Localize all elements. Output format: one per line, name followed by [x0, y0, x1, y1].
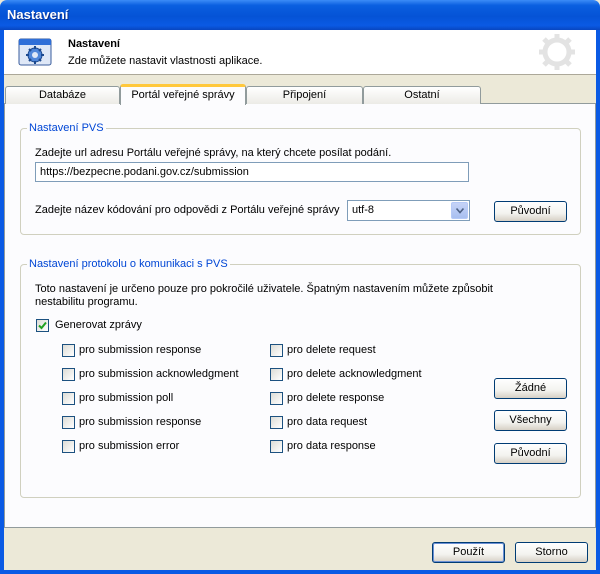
opt-delete-ack-label: pro delete acknowledgment: [287, 368, 422, 380]
warning-line-2: nestabilitu programu.: [35, 296, 138, 308]
opt-delete-response-label: pro delete response: [287, 392, 385, 404]
chevron-down-icon[interactable]: [451, 202, 468, 219]
checkmark-icon: [38, 321, 47, 330]
opt-data-response-label: pro data response: [287, 440, 376, 452]
tab-strip: Databáze Portál veřejné správy Připojení…: [4, 84, 596, 105]
opt-submission-error-checkbox[interactable]: [62, 440, 75, 453]
tab-connection[interactable]: Připojení: [246, 86, 363, 104]
opt-submission-poll-checkbox[interactable]: [62, 392, 75, 405]
tab-database[interactable]: Databáze: [5, 86, 120, 104]
tab-portal[interactable]: Portál veřejné správy: [120, 84, 246, 105]
opt-data-request-label: pro data request: [287, 416, 368, 428]
dialog-header: Nastavení Zde můžete nastavit vlastnosti…: [4, 30, 596, 75]
protocol-settings-legend: Nastavení protokolu o komunikaci s PVS: [27, 258, 230, 270]
apply-button[interactable]: Použít: [432, 542, 505, 563]
opt-data-response-checkbox[interactable]: [270, 440, 283, 453]
opt-data-request-checkbox[interactable]: [270, 416, 283, 429]
header-title: Nastavení: [68, 38, 120, 50]
cancel-label: Storno: [535, 546, 568, 558]
opt-submission-ack-checkbox[interactable]: [62, 368, 75, 381]
warning-line-1: Toto nastavení je určeno pouze pro pokro…: [35, 283, 493, 295]
tab-panel: Nastavení PVS Zadejte url adresu Portálu…: [4, 103, 596, 528]
title-bar[interactable]: Nastavení: [0, 0, 600, 30]
window-title: Nastavení: [7, 7, 69, 22]
opt-submission-response-2-label: pro submission response: [79, 416, 202, 428]
pvs-settings-legend: Nastavení PVS: [27, 122, 106, 134]
opt-submission-poll-label: pro submission poll: [79, 392, 174, 404]
opt-submission-ack-label: pro submission acknowledgment: [79, 368, 239, 380]
opt-submission-error-label: pro submission error: [79, 440, 180, 452]
apply-label: Použít: [452, 546, 485, 558]
select-none-button[interactable]: Žádné: [494, 378, 567, 399]
opt-delete-response-checkbox[interactable]: [270, 392, 283, 405]
tab-other[interactable]: Ostatní: [363, 86, 481, 104]
gear-watermark-icon: [534, 32, 580, 72]
pvs-default-button[interactable]: Původní: [494, 201, 567, 222]
encoding-value: utf-8: [352, 204, 375, 216]
opt-delete-request-checkbox[interactable]: [270, 344, 283, 357]
gear-window-icon: [18, 38, 52, 66]
select-all-button[interactable]: Všechny: [494, 410, 567, 431]
url-label: Zadejte url adresu Portálu veřejné správ…: [35, 147, 392, 159]
url-input[interactable]: [35, 162, 469, 182]
generate-label: Generovat zprávy: [55, 319, 142, 331]
protocol-default-button[interactable]: Původní: [494, 443, 567, 464]
encoding-label: Zadejte název kódování pro odpovědi z Po…: [35, 204, 340, 216]
opt-submission-response-2-checkbox[interactable]: [62, 416, 75, 429]
encoding-select[interactable]: utf-8: [347, 200, 470, 221]
protocol-settings-group: Nastavení protokolu o komunikaci s PVS T…: [20, 258, 581, 498]
opt-submission-response-label: pro submission response: [79, 344, 202, 356]
cancel-button[interactable]: Storno: [515, 542, 588, 563]
opt-delete-ack-checkbox[interactable]: [270, 368, 283, 381]
opt-delete-request-label: pro delete request: [287, 344, 376, 356]
pvs-settings-group: Nastavení PVS Zadejte url adresu Portálu…: [20, 122, 581, 235]
generate-checkbox[interactable]: [36, 319, 49, 332]
opt-submission-response-checkbox[interactable]: [62, 344, 75, 357]
header-description: Zde můžete nastavit vlastnosti aplikace.: [68, 55, 263, 67]
